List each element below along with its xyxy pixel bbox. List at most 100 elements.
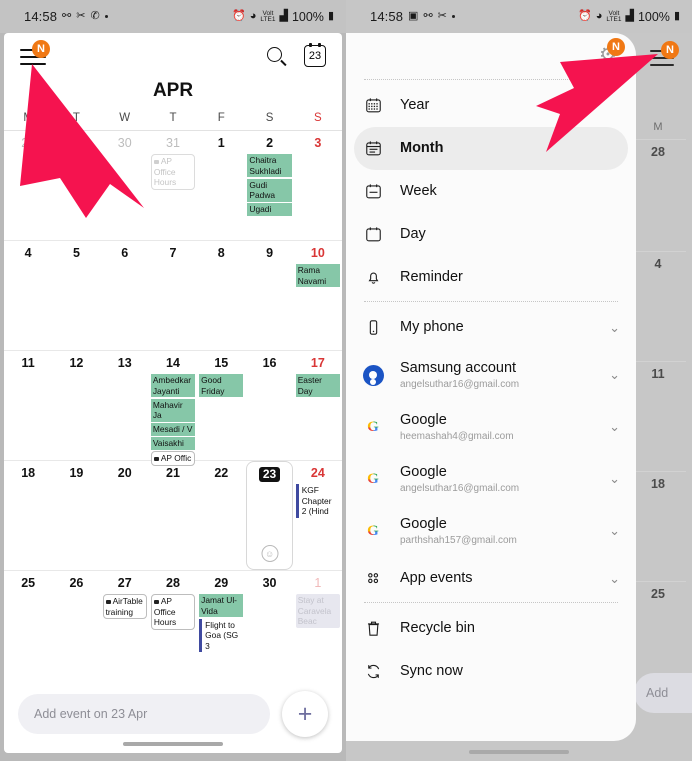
calendar-event-chip[interactable]: Jamat Ul-Vida — [199, 594, 244, 617]
day-number: 24 — [310, 466, 325, 480]
drawer-item-google[interactable]: G Google angelsuthar16@gmail.com ⌄ — [346, 453, 636, 505]
drawer-item-sync-now[interactable]: Sync now — [346, 650, 636, 693]
settings-gear-icon[interactable]: ⚙ N — [598, 38, 625, 65]
calendar-event-chip[interactable]: Good Friday — [199, 374, 244, 397]
day-number: 30 — [262, 576, 277, 590]
calendar-event-chip[interactable]: Gudi Padwa — [247, 178, 292, 202]
chevron-down-icon[interactable]: ⌄ — [609, 419, 620, 435]
add-event-fab[interactable]: + — [282, 691, 328, 737]
drawer-item-day[interactable]: Day — [346, 213, 636, 256]
chevron-down-icon[interactable]: ⌄ — [609, 523, 620, 539]
calendar-week-row: 18 19 20 21 22 23 ☺ 24 KGF Chapter 2 (Hind — [4, 461, 342, 571]
calendar-event-chip[interactable]: Flight to Goa (SG 3 — [199, 618, 243, 652]
calendar-event-chip[interactable]: Ugadi — [247, 203, 292, 216]
calendar-day-cell[interactable]: 16 — [245, 351, 293, 467]
calendar-day-cell[interactable]: 29 — [52, 131, 100, 240]
calendar-day-cell[interactable]: 3 — [294, 131, 342, 240]
drawer-item-label: My phone — [400, 319, 464, 335]
calendar-day-cell[interactable]: 21 — [149, 461, 197, 570]
calendar-day-cell[interactable]: 7 — [149, 241, 197, 350]
bluetooth-icon: ⚯ — [423, 10, 433, 22]
wifi-icon: ◕ — [595, 10, 603, 22]
calendar-day-cell[interactable]: 24 KGF Chapter 2 (Hind — [294, 461, 342, 570]
calendar-day-cell[interactable]: 31 AP Office Hours — [149, 131, 197, 240]
calendar-day-cell[interactable]: 28 — [4, 131, 52, 240]
calendar-event-chip[interactable]: KGF Chapter 2 (Hind — [295, 484, 340, 518]
calendar-day-cell[interactable]: 19 — [52, 461, 100, 570]
calendar-day-cell[interactable]: 20 — [101, 461, 149, 570]
day-number: 28 — [21, 136, 36, 150]
calendar-event-chip[interactable]: Mesadi / V — [150, 423, 196, 436]
calendar-event-chip[interactable]: Mahavir Ja — [150, 398, 196, 422]
drawer-item-week[interactable]: Week — [346, 170, 636, 213]
status-time: 14:58 — [24, 9, 58, 24]
calendar-day-cell[interactable]: 10 Rama Navami — [294, 241, 342, 350]
calendar-day-cell[interactable]: 11 — [4, 351, 52, 467]
calendar-day-cell[interactable]: 22 — [197, 461, 245, 570]
calendar-event-chip[interactable]: Stay at Caravela Beac — [295, 594, 340, 628]
calendar-day-cell[interactable]: 1 Stay at Caravela Beac — [294, 571, 342, 681]
drawer-item-recycle-bin[interactable]: Recycle bin — [346, 607, 636, 650]
calendar-day-cell[interactable]: 25 — [4, 571, 52, 681]
drawer-item-label: App events — [400, 570, 473, 586]
calendar-event-chip[interactable]: AirTable training — [102, 594, 147, 619]
chevron-down-icon[interactable]: ⌄ — [609, 367, 620, 383]
drawer-item-samsung-account[interactable]: Samsung account angelsuthar16@gmail.com ⌄ — [346, 349, 636, 401]
calendar-day-cell[interactable]: 13 — [101, 351, 149, 467]
status-bar-right-group: ⏰ ◕ Volt LTE1 ▟ 100% ▮ — [232, 10, 334, 24]
calendar-event-chip[interactable]: Chaitra Sukhladi — [247, 154, 292, 177]
calendar-event-chip[interactable]: Rama Navami — [295, 264, 340, 287]
calendar-day-cell[interactable]: 9 — [245, 241, 293, 350]
day-of-week-header: MTWTFSS — [4, 112, 342, 131]
calendar-day-cell[interactable]: 27 AirTable training — [101, 571, 149, 681]
calendar-day-cell[interactable]: 26 — [52, 571, 100, 681]
calendar-day-cell[interactable]: 15 Good Friday — [197, 351, 245, 467]
chevron-down-icon[interactable]: ⌄ — [609, 571, 620, 587]
calendar-day-cell[interactable]: 4 — [4, 241, 52, 350]
calendar-event-chip[interactable]: AP Office Hours — [150, 154, 196, 190]
calendar-day-cell[interactable]: 28 AP Office Hours — [149, 571, 197, 681]
calendar-day-cell[interactable]: 18 — [4, 461, 52, 570]
drawer-item-google[interactable]: G Google parthshah157@gmail.com ⌄ — [346, 505, 636, 557]
chevron-down-icon[interactable]: ⌄ — [609, 471, 620, 487]
calendar-event-chip[interactable]: Easter Day — [295, 374, 340, 397]
calendar-event-chip[interactable]: Ambedkar Jayanti — [150, 374, 196, 397]
sticker-icon[interactable]: ☺ — [261, 545, 279, 562]
alarm-icon: ⏰ — [232, 10, 246, 22]
calendar-day-cell[interactable]: 17 Easter Day — [294, 351, 342, 467]
calendar-day-cell[interactable]: 1 — [197, 131, 245, 240]
hamburger-menu-button[interactable]: N — [20, 39, 50, 67]
calendar-day-cell[interactable]: 30 — [245, 571, 293, 681]
battery-icon: ▮ — [673, 10, 680, 22]
hamburger-menu-button-bg[interactable]: N — [650, 41, 679, 67]
drawer-item-google[interactable]: G Google heemashah4@gmail.com ⌄ — [346, 401, 636, 453]
calendar-day-cell[interactable]: 8 — [197, 241, 245, 350]
calendar-day-cell[interactable]: 2 Chaitra Sukhladi Gudi Padwa Ugadi — [245, 131, 293, 240]
calendar-event-chip[interactable]: Vaisakhi — [150, 437, 196, 450]
status-bar-right: 14:58 ▣ ⚯ ✂ ⏰ ◕ Volt LTE1 ▟ 100% ▮ — [346, 0, 692, 33]
calendar-day-cell[interactable]: 12 — [52, 351, 100, 467]
drawer-item-month[interactable]: Month — [354, 127, 628, 170]
day-number: 20 — [117, 466, 132, 480]
calendar-day-cell[interactable]: 23 ☺ — [246, 461, 293, 570]
bluetooth-icon: ⚯ — [62, 10, 72, 22]
sync-icon — [362, 662, 384, 681]
drawer-item-subtitle: angelsuthar16@gmail.com — [400, 378, 520, 390]
calendar-day-cell[interactable]: 29 Jamat Ul-Vida Flight to Goa (SG 3 — [197, 571, 245, 681]
calendar-day-cell[interactable]: 30 — [101, 131, 149, 240]
drawer-item-my-phone[interactable]: My phone ⌄ — [346, 306, 636, 349]
calendar-event-chip[interactable]: AP Office Hours — [150, 594, 196, 630]
today-button[interactable]: 23 — [304, 42, 326, 67]
drawer-item-year[interactable]: Year — [346, 84, 636, 127]
add-event-input[interactable]: Add event on 23 Apr — [18, 694, 270, 734]
calendar-day-cell[interactable]: 14 Ambedkar Jayanti Mahavir Ja Mesadi / V Va… — [149, 351, 197, 467]
calendar-day-cell[interactable]: 6 — [101, 241, 149, 350]
navigation-drawer: ⚙ N Year Month Week Day Reminder My phone ⌄ Sa… — [346, 33, 636, 741]
drawer-item-reminder[interactable]: Reminder — [346, 256, 636, 299]
day-number: 28 — [166, 576, 180, 590]
search-icon[interactable] — [266, 46, 286, 66]
calendar-day-cell[interactable]: 5 — [52, 241, 100, 350]
add-event-input-bg[interactable]: Add — [634, 673, 692, 713]
chevron-down-icon[interactable]: ⌄ — [609, 320, 620, 336]
drawer-item-app-events[interactable]: App events ⌄ — [346, 557, 636, 600]
